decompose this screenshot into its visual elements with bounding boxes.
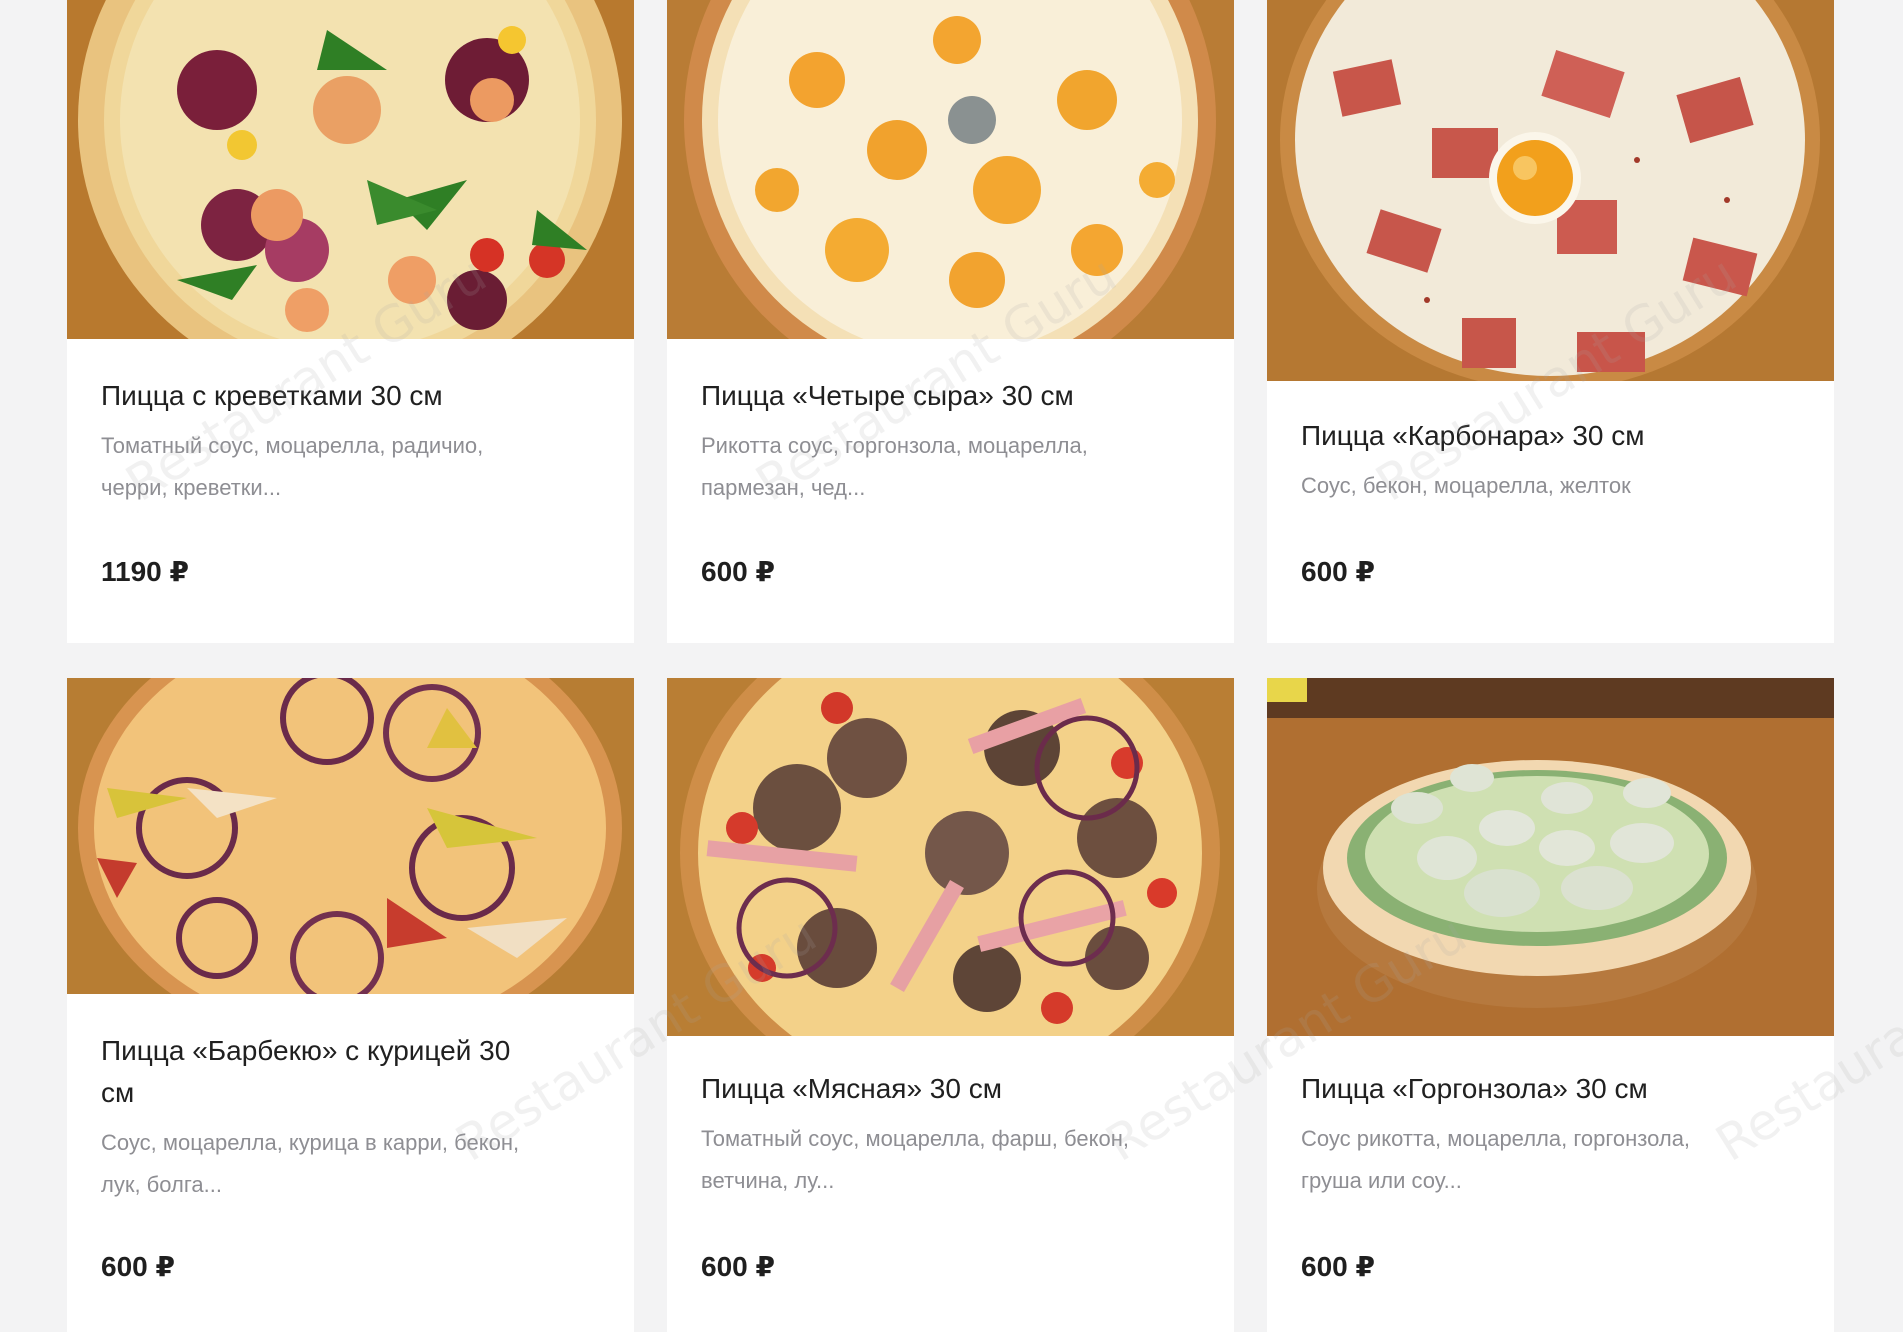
product-description-line1: Рикотта соус, горгонзола, моцарелла, (701, 433, 1088, 458)
gorgonzola-pizza-photo[interactable] (1267, 678, 1834, 1036)
product-price: 600 ₽ (701, 1251, 775, 1282)
product-price: 600 ₽ (1301, 1251, 1375, 1282)
menu-grid: Пицца с креветками 30 см Томатный соус, … (0, 0, 1903, 1332)
shrimp-pizza-photo[interactable] (67, 0, 634, 339)
carbonara-pizza-photo[interactable] (1267, 0, 1834, 381)
four-cheese-pizza-photo[interactable] (667, 0, 1234, 339)
product-title[interactable]: Пицца «Мясная» 30 см (701, 1068, 1200, 1110)
product-title[interactable]: Пицца «Карбонара» 30 см (1301, 415, 1800, 457)
product-card-gorgonzola[interactable]: Пицца «Горгонзола» 30 см Соус рикотта, м… (1267, 678, 1834, 1332)
product-title-line1[interactable]: Пицца «Барбекю» с курицей 30 (101, 1030, 600, 1072)
product-description-line1: Томатный соус, моцарелла, радичио, (101, 433, 484, 458)
product-price: 1190 ₽ (101, 556, 190, 587)
product-title[interactable]: Пицца «Четыре сыра» 30 см (701, 375, 1200, 417)
product-card-carbonara[interactable]: Пицца «Карбонара» 30 см Соус, бекон, моц… (1267, 0, 1834, 643)
product-card-bbq-chicken[interactable]: Пицца «Барбекю» с курицей 30 см Соус, мо… (67, 678, 634, 1332)
product-card-shrimp[interactable]: Пицца с креветками 30 см Томатный соус, … (67, 0, 634, 643)
product-card-four-cheese[interactable]: Пицца «Четыре сыра» 30 см Рикотта соус, … (667, 0, 1234, 643)
product-title[interactable]: Пицца с креветками 30 см (101, 375, 600, 417)
product-description-line2: лук, болга... (101, 1172, 222, 1197)
product-title-line2[interactable]: см (101, 1072, 600, 1114)
product-card-meat[interactable]: Пицца «Мясная» 30 см Томатный соус, моца… (667, 678, 1234, 1332)
product-price: 600 ₽ (1301, 556, 1375, 587)
product-description-line1: Соус, моцарелла, курица в карри, бекон, (101, 1130, 520, 1155)
product-description-line2: черри, креветки... (101, 475, 282, 500)
product-description-line1: Соус, бекон, моцарелла, желток (1301, 473, 1631, 498)
product-price: 600 ₽ (101, 1251, 175, 1282)
product-description-line2: груша или соу... (1301, 1168, 1462, 1193)
product-price: 600 ₽ (701, 556, 775, 587)
meat-pizza-photo[interactable] (667, 678, 1234, 1036)
product-title[interactable]: Пицца «Горгонзола» 30 см (1301, 1068, 1800, 1110)
product-description-line2: пармезан, чед... (701, 475, 866, 500)
product-description-line2: ветчина, лу... (701, 1168, 835, 1193)
product-description-line1: Томатный соус, моцарелла, фарш, бекон, (701, 1126, 1129, 1151)
bbq-chicken-pizza-photo[interactable] (67, 678, 634, 994)
product-description-line1: Соус рикотта, моцарелла, горгонзола, (1301, 1126, 1691, 1151)
